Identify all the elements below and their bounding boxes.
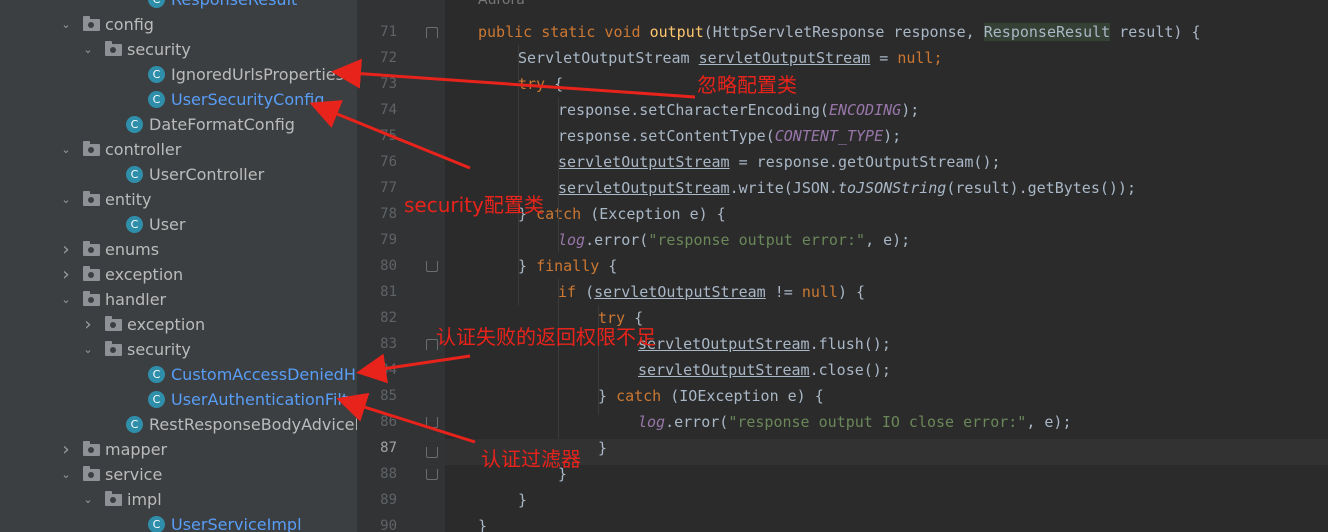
arrow-security-config xyxy=(309,100,471,170)
annotation-ignore-config: 忽略配置类 xyxy=(697,73,797,97)
annotation-arrows xyxy=(309,58,696,444)
annotation-auth-filter: 认证过滤器 xyxy=(481,447,581,471)
annotation-auth-fail: 认证失败的返回权限不足 xyxy=(436,325,656,349)
arrow-auth-fail xyxy=(356,353,471,384)
arrow-ignore-config xyxy=(331,58,696,99)
arrow-auth-filter xyxy=(336,392,476,444)
annotation-security-config: security配置类 xyxy=(404,193,544,217)
